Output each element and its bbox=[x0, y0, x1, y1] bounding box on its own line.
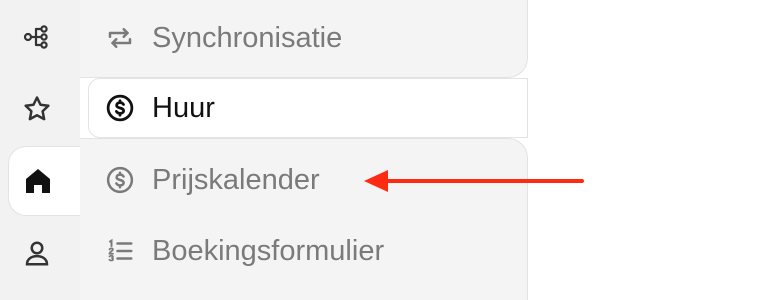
flow-icon bbox=[23, 25, 48, 49]
submenu-item-label: Huur bbox=[152, 91, 215, 124]
rail-item-account[interactable] bbox=[8, 218, 80, 288]
rail-item-flow[interactable] bbox=[8, 2, 80, 72]
submenu-item-huur[interactable]: Huur bbox=[104, 86, 215, 130]
dollar-circle-icon bbox=[104, 164, 136, 196]
dollar-circle-icon bbox=[104, 92, 136, 124]
submenu-item-label: Prijskalender bbox=[152, 163, 320, 196]
submenu-item-prijskalender[interactable]: Prijskalender bbox=[104, 158, 320, 202]
submenu-item-synchronisatie[interactable]: Synchronisatie bbox=[104, 16, 342, 60]
sync-icon bbox=[104, 22, 136, 54]
submenu-item-boekingsformulier[interactable]: Boekingsformulier bbox=[104, 229, 384, 273]
rail-item-home[interactable] bbox=[8, 146, 80, 216]
submenu-item-label: Synchronisatie bbox=[152, 21, 343, 54]
numbered-list-icon bbox=[104, 235, 136, 267]
app-root: Synchronisatie Huur Prijskalender Boekin… bbox=[0, 0, 784, 300]
submenu-item-label: Boekingsformulier bbox=[152, 234, 385, 267]
user-icon bbox=[25, 241, 49, 266]
star-icon bbox=[24, 96, 50, 121]
icon-rail bbox=[0, 0, 80, 300]
rail-item-favorites[interactable] bbox=[8, 74, 80, 144]
home-icon bbox=[25, 169, 50, 193]
arrow-left-icon bbox=[364, 170, 584, 192]
